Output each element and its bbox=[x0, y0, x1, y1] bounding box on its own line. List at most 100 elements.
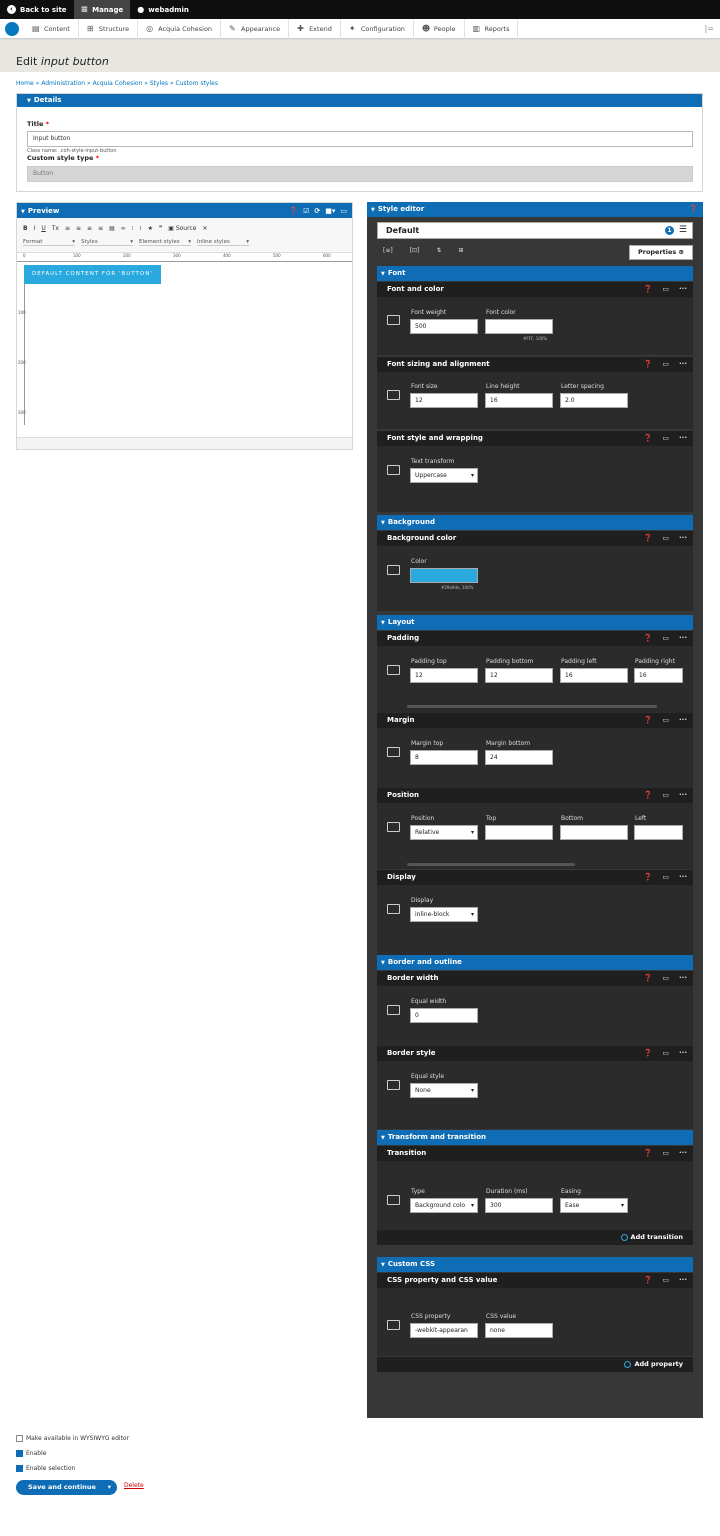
top-input[interactable] bbox=[485, 825, 553, 840]
help-icon[interactable]: ❓ bbox=[644, 531, 653, 546]
breakpoint-selector[interactable]: Default 1 ☰ bbox=[377, 222, 693, 239]
tray-item-configuration[interactable]: ✦ Configuration bbox=[341, 18, 414, 39]
desktop-icon[interactable]: ▭ bbox=[662, 631, 669, 646]
enable-selection-checkbox[interactable] bbox=[16, 1465, 23, 1472]
tray-orientation-icon[interactable]: |= bbox=[705, 24, 720, 33]
checkbox-icon[interactable]: ☑ bbox=[303, 207, 309, 215]
properties-button[interactable]: Properties ⊕ bbox=[629, 245, 693, 260]
maximize-icon[interactable]: ✕ bbox=[202, 225, 207, 232]
desktop-icon[interactable]: ▭ bbox=[662, 531, 669, 546]
horizontal-scrollbar[interactable] bbox=[407, 863, 575, 866]
user-menu[interactable]: ● webadmin bbox=[130, 0, 196, 19]
background-color-swatch[interactable] bbox=[410, 568, 478, 583]
padding-bottom-input[interactable]: 12 bbox=[485, 668, 553, 683]
help-icon[interactable]: ❓ bbox=[644, 713, 653, 728]
expand-icon[interactable]: ⊞ bbox=[458, 247, 463, 254]
more-icon[interactable]: ··· bbox=[679, 531, 687, 546]
help-icon[interactable]: ❓ bbox=[689, 202, 698, 217]
enable-checkbox-row[interactable]: Enable bbox=[16, 1450, 46, 1457]
help-icon[interactable]: ❓ bbox=[644, 631, 653, 646]
css-property-input[interactable]: -webkit-appearan bbox=[410, 1323, 478, 1338]
left-input[interactable] bbox=[634, 825, 683, 840]
more-icon[interactable]: ··· bbox=[679, 431, 687, 446]
wysiwyg-checkbox[interactable] bbox=[16, 1435, 23, 1442]
underline-button[interactable]: U bbox=[41, 225, 45, 232]
tray-item-people[interactable]: ☻ People bbox=[414, 18, 465, 39]
horizontal-scrollbar[interactable] bbox=[407, 705, 657, 708]
text-transform-select[interactable]: Uppercase bbox=[410, 468, 478, 483]
font-color-input[interactable] bbox=[485, 319, 553, 334]
display-select[interactable]: inline-block bbox=[410, 907, 478, 922]
font-and-color-header[interactable]: Font and color ❓ ▭ ··· bbox=[377, 282, 693, 297]
more-icon[interactable]: ··· bbox=[679, 282, 687, 297]
desktop-icon[interactable]: ▭ bbox=[662, 971, 669, 986]
more-icon[interactable]: ··· bbox=[679, 1273, 687, 1288]
padding-header[interactable]: Padding ❓ ▭ ··· bbox=[377, 631, 693, 646]
font-style-header[interactable]: Font style and wrapping ❓ ▭ ··· bbox=[377, 431, 693, 446]
margin-top-input[interactable]: 8 bbox=[410, 750, 478, 765]
padding-left-input[interactable]: 16 bbox=[560, 668, 628, 683]
enable-selection-checkbox-row[interactable]: Enable selection bbox=[16, 1465, 75, 1472]
desktop-icon[interactable]: ▭ bbox=[662, 357, 669, 372]
tray-item-structure[interactable]: ⊞ Structure bbox=[79, 18, 139, 39]
styles-select[interactable]: Styles ▾ bbox=[81, 239, 133, 246]
select-icon[interactable]: [≡] bbox=[383, 247, 393, 254]
letter-spacing-input[interactable]: 2.0 bbox=[560, 393, 628, 408]
color-square-icon[interactable]: ■▾ bbox=[325, 207, 335, 215]
position-header[interactable]: Position ❓ ▭ ··· bbox=[377, 788, 693, 803]
background-section-header[interactable]: ▼ Background bbox=[377, 515, 693, 530]
help-icon[interactable]: ❓ bbox=[289, 207, 298, 215]
desktop-icon[interactable]: ▭ bbox=[662, 788, 669, 803]
desktop-icon[interactable]: ▭ bbox=[662, 1146, 669, 1161]
more-icon[interactable]: ··· bbox=[679, 971, 687, 986]
justify-icon[interactable]: ≡ bbox=[98, 225, 103, 232]
help-icon[interactable]: ❓ bbox=[644, 282, 653, 297]
source-button[interactable]: ▣ Source bbox=[168, 225, 196, 232]
desktop-icon[interactable]: ▭ bbox=[662, 282, 669, 297]
custom-css-section-header[interactable]: ▼ Custom CSS bbox=[377, 1257, 693, 1272]
help-icon[interactable]: ❓ bbox=[644, 870, 653, 885]
layout-section-header[interactable]: ▼ Layout bbox=[377, 615, 693, 630]
copy-icon[interactable]: [⊡] bbox=[410, 247, 420, 254]
add-property-button[interactable]: Add property bbox=[377, 1357, 693, 1372]
equal-style-select[interactable]: None bbox=[410, 1083, 478, 1098]
padding-right-input[interactable]: 16 bbox=[634, 668, 683, 683]
style-editor-toggle[interactable]: ▼ Style editor bbox=[371, 202, 424, 217]
tray-item-extend[interactable]: ✚ Extend bbox=[289, 18, 341, 39]
title-input[interactable]: Input button bbox=[27, 131, 693, 147]
desktop-icon[interactable]: ▭ bbox=[662, 431, 669, 446]
more-icon[interactable]: ··· bbox=[679, 631, 687, 646]
help-icon[interactable]: ❓ bbox=[644, 1146, 653, 1161]
font-section-header[interactable]: ▼ Font bbox=[377, 266, 693, 281]
help-icon[interactable]: ❓ bbox=[644, 788, 653, 803]
bold-button[interactable]: B bbox=[23, 225, 28, 232]
drupal-logo-icon[interactable] bbox=[5, 21, 19, 36]
delete-link[interactable]: Delete bbox=[124, 1482, 144, 1489]
numbered-list-icon[interactable]: ⁞ bbox=[140, 225, 142, 232]
help-icon[interactable]: ❓ bbox=[644, 357, 653, 372]
css-property-header[interactable]: CSS property and CSS value ❓ ▭ ··· bbox=[377, 1273, 693, 1288]
desktop-icon[interactable]: ▭ bbox=[662, 1273, 669, 1288]
border-style-header[interactable]: Border style ❓ ▭ ··· bbox=[377, 1046, 693, 1061]
list-icon[interactable]: ☰ bbox=[679, 225, 687, 235]
desktop-icon[interactable]: ▭ bbox=[340, 207, 347, 215]
add-transition-button[interactable]: Add transition bbox=[377, 1230, 693, 1245]
tray-item-reports[interactable]: ▥ Reports bbox=[465, 18, 519, 39]
font-weight-input[interactable]: 500 bbox=[410, 319, 478, 334]
font-sizing-header[interactable]: Font sizing and alignment ❓ ▭ ··· bbox=[377, 357, 693, 372]
transform-section-header[interactable]: ▼ Transform and transition bbox=[377, 1130, 693, 1145]
remove-format-button[interactable]: Tx bbox=[52, 225, 59, 232]
transition-header[interactable]: Transition ❓ ▭ ··· bbox=[377, 1146, 693, 1161]
font-size-input[interactable]: 12 bbox=[410, 393, 478, 408]
help-icon[interactable]: ❓ bbox=[644, 431, 653, 446]
paste-icon[interactable]: ▤ bbox=[109, 225, 115, 232]
desktop-icon[interactable]: ▭ bbox=[662, 1046, 669, 1061]
display-header[interactable]: Display ❓ ▭ ··· bbox=[377, 870, 693, 885]
back-to-site-link[interactable]: ‹ Back to site bbox=[0, 0, 74, 19]
padding-top-input[interactable]: 12 bbox=[410, 668, 478, 683]
more-icon[interactable]: ··· bbox=[679, 713, 687, 728]
align-left-icon[interactable]: ≡ bbox=[65, 225, 70, 232]
transition-type-select[interactable]: Background colo bbox=[410, 1198, 478, 1213]
bottom-input[interactable] bbox=[560, 825, 628, 840]
more-icon[interactable]: ··· bbox=[679, 870, 687, 885]
